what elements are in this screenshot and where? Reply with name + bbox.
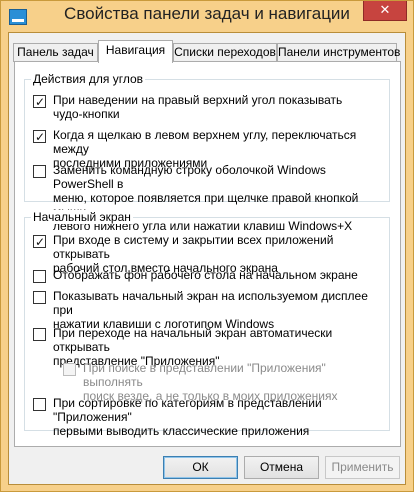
corner-actions-group-label: Действия для углов xyxy=(31,72,146,86)
checkbox[interactable]: ✓ xyxy=(33,130,46,143)
checkbox[interactable] xyxy=(33,291,46,304)
checkmark-icon: ✓ xyxy=(35,235,46,249)
checkbox[interactable] xyxy=(33,398,46,411)
dialog-window: Свойства панели задач и навигации ✕ Пане… xyxy=(0,0,414,492)
option-label: Отображать фон рабочего стола на начальн… xyxy=(53,268,358,282)
tab-navigation[interactable]: Навигация xyxy=(98,40,173,63)
title-bar[interactable]: Свойства панели задач и навигации ✕ xyxy=(1,1,413,35)
checkbox xyxy=(63,363,76,376)
corner-actions-group: Действия для углов ✓ При наведении на пр… xyxy=(24,72,390,233)
ok-button[interactable]: ОК xyxy=(163,456,238,479)
checkbox[interactable]: ✓ xyxy=(33,95,46,108)
start-screen-group-label: Начальный экран xyxy=(31,210,133,224)
apply-button[interactable]: Применить xyxy=(325,456,400,479)
tab-jump-lists[interactable]: Списки переходов xyxy=(173,43,277,62)
option-label: При сортировке по категориям в представл… xyxy=(53,396,322,438)
checkbox[interactable]: ✓ xyxy=(33,235,46,248)
navigation-tab-panel: Действия для углов ✓ При наведении на пр… xyxy=(14,61,401,447)
tab-taskbar[interactable]: Панель задач xyxy=(13,43,98,62)
option-label: Показывать начальный экран на используем… xyxy=(53,289,368,331)
checkbox[interactable] xyxy=(33,270,46,283)
checkmark-icon: ✓ xyxy=(35,130,46,144)
cancel-button[interactable]: Отмена xyxy=(244,456,319,479)
start-screen-group: Начальный экран ✓ При входе в систему и … xyxy=(24,210,390,438)
checkbox[interactable] xyxy=(33,328,46,341)
window-title: Свойства панели задач и навигации xyxy=(64,4,350,23)
close-button[interactable]: ✕ xyxy=(363,1,407,21)
checkbox[interactable] xyxy=(33,165,46,178)
dialog-client-area: Панель задач Навигация Списки переходов … xyxy=(8,32,406,485)
checkmark-icon: ✓ xyxy=(35,95,46,109)
option-label: При наведении на правый верхний угол пок… xyxy=(53,93,343,121)
tab-toolbars[interactable]: Панели инструментов xyxy=(277,43,400,62)
